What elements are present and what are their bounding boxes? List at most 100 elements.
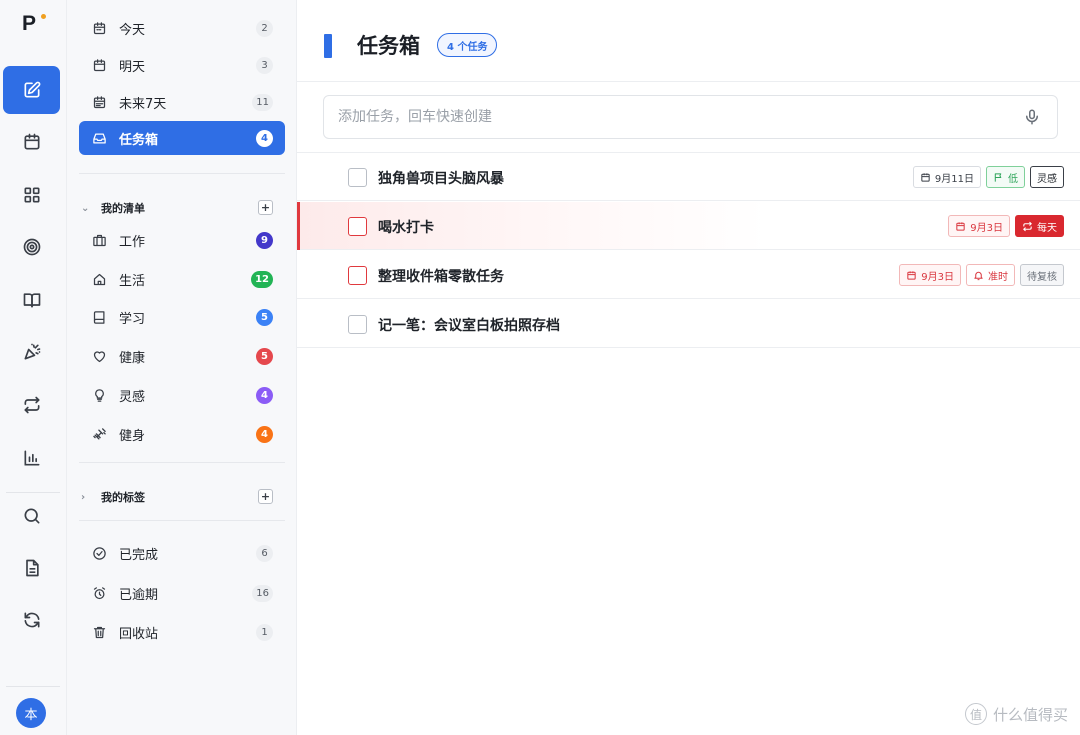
my-lists-header[interactable]: ⌄ 我的清单 + (79, 198, 285, 218)
sidebar-item-label: 任务箱 (119, 132, 159, 148)
task-row[interactable]: 记一笔：会议室白板拍照存档 (297, 300, 1080, 348)
add-task-box (323, 95, 1058, 139)
section-title: 我的清单 (101, 202, 145, 215)
count-badge: 4 (256, 387, 273, 404)
rail-party-button[interactable] (3, 328, 60, 376)
calendar-icon (93, 58, 105, 71)
rail-stats-button[interactable] (3, 434, 60, 482)
sidebar-item-label: 灵感 (119, 389, 146, 405)
task-checkbox[interactable] (348, 266, 367, 285)
sidebar-item-work[interactable]: 工作 9 (79, 223, 285, 257)
section-title: 我的标签 (101, 491, 145, 504)
rail-sync-button[interactable] (3, 596, 60, 644)
calendar-icon (956, 221, 965, 231)
add-list-button[interactable]: + (258, 200, 273, 215)
reminder-tag[interactable]: 准时 (966, 264, 1015, 286)
sidebar-item-today[interactable]: 今天 2 (79, 11, 285, 45)
task-title: 整理收件箱零散任务 (378, 269, 504, 285)
sidebar-divider (79, 462, 285, 463)
count-badge: 2 (256, 20, 273, 37)
repeat-tag[interactable]: 每天 (1015, 215, 1064, 237)
sidebar-divider (79, 520, 285, 521)
sidebar-item-tomorrow[interactable]: 明天 3 (79, 48, 285, 82)
bell-icon (974, 271, 983, 280)
trash-icon (93, 626, 105, 638)
sidebar-item-fitness[interactable]: 健身 4 (79, 417, 285, 451)
task-checkbox[interactable] (348, 168, 367, 187)
rail-target-button[interactable] (3, 223, 60, 271)
sidebar-item-completed[interactable]: 已完成 6 (79, 536, 285, 570)
list-tag[interactable]: 灵感 (1030, 166, 1064, 188)
sidebar-item-health[interactable]: 健康 5 (79, 339, 285, 373)
count-badge: 5 (256, 309, 273, 326)
task-tags: 9月11日 低 灵感 (912, 166, 1064, 188)
due-date-tag[interactable]: 9月3日 (899, 264, 961, 286)
task-checkbox[interactable] (348, 217, 367, 236)
sidebar-item-label: 生活 (119, 273, 146, 289)
count-badge: 3 (256, 57, 273, 74)
flag-icon (994, 172, 1002, 182)
sidebar-item-study[interactable]: 学习 5 (79, 300, 285, 334)
bulb-icon (94, 388, 104, 402)
rail-edit-button[interactable] (3, 66, 60, 114)
rail-search-button[interactable] (3, 492, 60, 540)
rail-repeat-button[interactable] (3, 381, 60, 429)
sidebar-item-label: 今天 (119, 22, 146, 38)
edit-icon (24, 81, 40, 98)
page-title: 任务箱 (357, 34, 420, 58)
rail-grid-button[interactable] (3, 171, 60, 219)
target-icon (23, 238, 40, 256)
task-title: 记一笔：会议室白板拍照存档 (378, 318, 560, 334)
count-badge: 16 (252, 585, 273, 602)
chevron-right-icon: › (81, 491, 86, 503)
sidebar-item-trash[interactable]: 回收站 1 (79, 615, 285, 649)
sidebar-item-next-7-days[interactable]: 未来7天 11 (79, 85, 285, 119)
task-row[interactable]: 独角兽项目头脑风暴 9月11日 低 灵感 (297, 153, 1080, 201)
task-title: 独角兽项目头脑风暴 (378, 171, 504, 187)
rail-divider (6, 686, 60, 687)
sidebar-item-inspiration[interactable]: 灵感 4 (79, 378, 285, 412)
watermark: 值 什么值得买 (964, 703, 1068, 725)
sidebar-item-life[interactable]: 生活 12 (79, 262, 285, 296)
calendar-icon (907, 270, 916, 280)
calendar-icon (24, 133, 40, 150)
sidebar-item-label: 已完成 (119, 547, 159, 563)
app-logo[interactable]: P (22, 12, 46, 38)
watermark-logo: 值 (964, 703, 987, 725)
add-task-input[interactable] (338, 96, 1008, 138)
briefcase-icon (92, 234, 106, 246)
avatar[interactable]: 本 (16, 698, 46, 728)
search-icon (24, 508, 40, 524)
sidebar-item-inbox[interactable]: 任务箱 4 (79, 121, 285, 155)
task-row[interactable]: 整理收件箱零散任务 9月3日 准时 待复核 (297, 251, 1080, 299)
add-tag-button[interactable]: + (258, 489, 273, 504)
sidebar-divider (79, 173, 285, 174)
rail-calendar-button[interactable] (3, 118, 60, 166)
count-badge: 11 (252, 94, 273, 111)
task-title: 喝水打卡 (378, 220, 434, 236)
status-tag[interactable]: 待复核 (1020, 264, 1064, 286)
task-checkbox[interactable] (348, 315, 367, 334)
due-date-tag[interactable]: 9月11日 (912, 166, 981, 188)
task-row[interactable]: 喝水打卡 9月3日 每天 (297, 202, 1080, 250)
rail-document-button[interactable] (3, 544, 60, 592)
task-count-badge: 4 个任务 (437, 33, 498, 57)
sidebar-item-overdue[interactable]: 已逾期 16 (79, 576, 285, 610)
check-circle-icon (92, 546, 106, 560)
sidebar-item-label: 已逾期 (119, 587, 159, 603)
sidebar-item-label: 健身 (119, 428, 146, 444)
notebook-icon (93, 310, 104, 324)
priority-tag[interactable]: 低 (986, 166, 1025, 188)
alarm-icon (93, 586, 105, 599)
calendar-week-icon (93, 95, 105, 108)
sidebar: 今天 2 明天 3 未来7天 11 任务箱 4 ⌄ 我的清单 + 工作 9 生活… (67, 0, 297, 735)
my-tags-header[interactable]: › 我的标签 + (79, 487, 285, 507)
grid-icon (24, 187, 40, 203)
party-icon (24, 343, 40, 360)
sidebar-item-label: 回收站 (119, 626, 159, 642)
due-date-tag[interactable]: 9月3日 (948, 215, 1010, 237)
microphone-icon[interactable] (1023, 108, 1041, 126)
sync-icon (24, 612, 40, 628)
book-icon (23, 293, 40, 308)
rail-book-button[interactable] (3, 276, 60, 324)
